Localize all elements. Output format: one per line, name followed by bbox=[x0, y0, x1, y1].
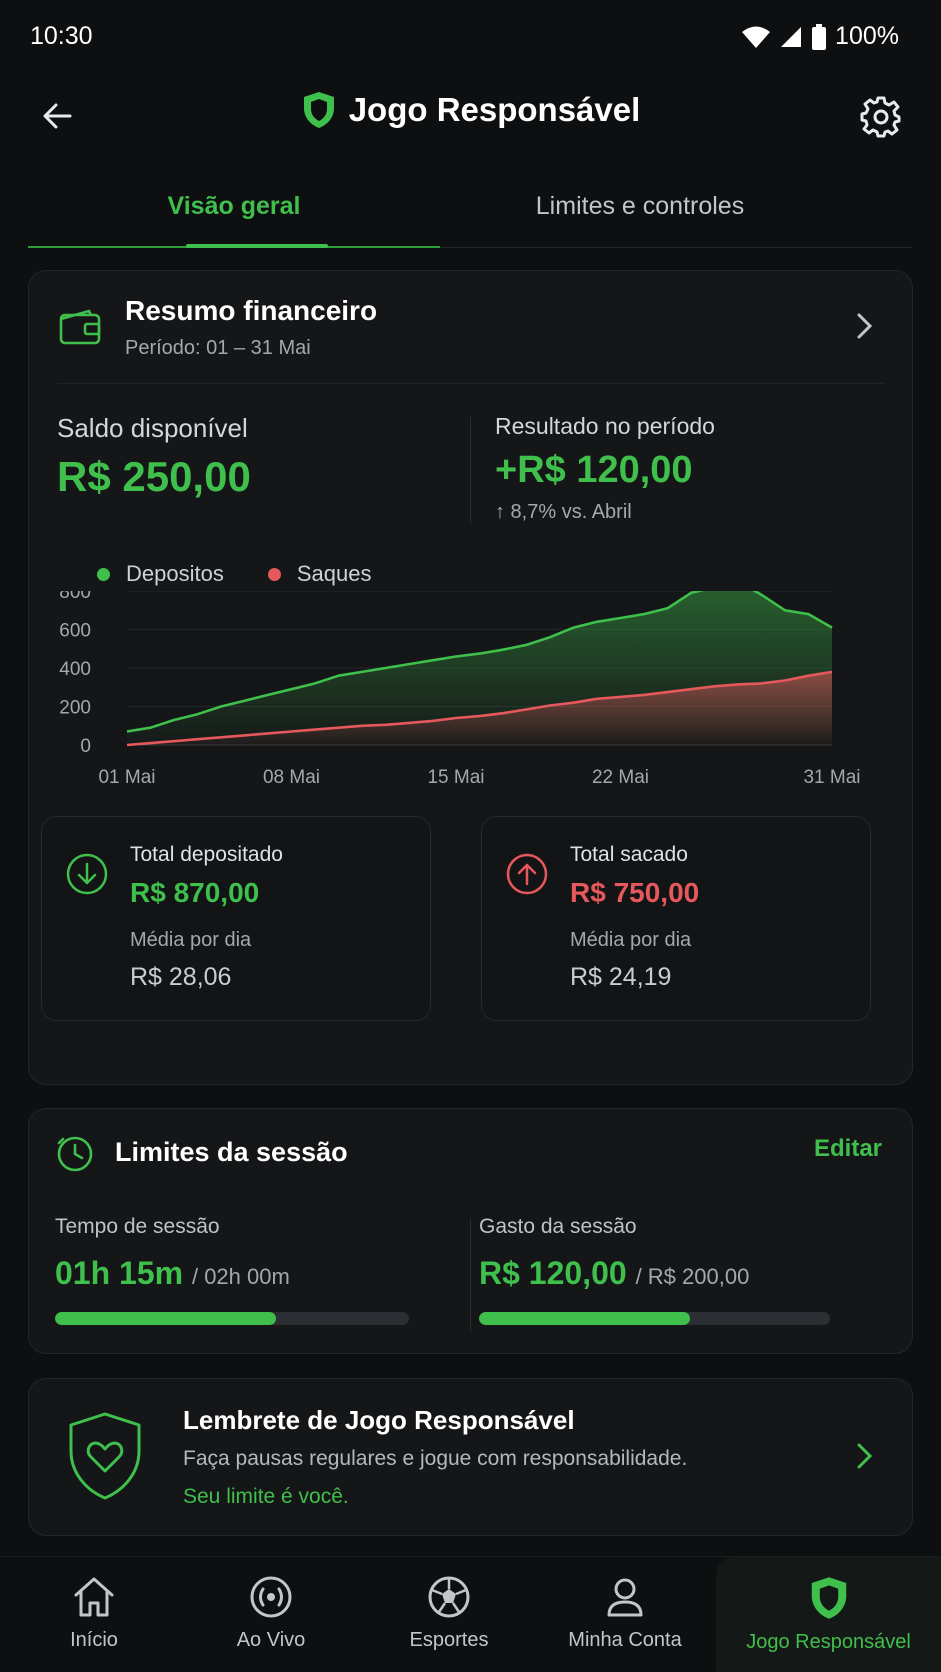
tab-bar: Visão geral Limites e controles bbox=[28, 176, 912, 248]
session-spend-value: R$ 120,00 bbox=[479, 1255, 627, 1291]
gear-icon[interactable] bbox=[859, 94, 903, 138]
nav-my-account[interactable]: Minha Conta bbox=[530, 1557, 720, 1672]
chart-y-tick-label: 800 bbox=[59, 591, 91, 603]
tab-overview[interactable]: Visão geral bbox=[28, 176, 440, 248]
total-deposited-value: R$ 870,00 bbox=[130, 877, 260, 908]
divider bbox=[57, 383, 884, 384]
chevron-right-icon[interactable] bbox=[854, 311, 874, 341]
user-icon bbox=[607, 1578, 643, 1617]
reminder-text: Faça pausas regulares e jogue com respon… bbox=[183, 1447, 688, 1470]
financial-summary-card[interactable]: Resumo financeiro Período: 01 – 31 Mai S… bbox=[28, 270, 913, 1085]
nav-live-label: Ao Vivo bbox=[236, 1629, 306, 1651]
soccer-ball-icon bbox=[428, 1576, 470, 1618]
tab-limits-controls[interactable]: Limites e controles bbox=[440, 176, 840, 248]
tab-active-indicator bbox=[186, 244, 328, 248]
withdrawn-avg-value: R$ 24,19 bbox=[570, 963, 672, 991]
deposited-avg-label: Média por dia bbox=[130, 929, 252, 951]
wallet-icon bbox=[59, 309, 101, 345]
live-icon bbox=[250, 1576, 292, 1618]
chart-y-tick-label: 200 bbox=[59, 698, 91, 719]
chart-x-tick-label: 01 Mai bbox=[98, 767, 155, 788]
legend-dot-withdrawals bbox=[267, 567, 281, 581]
session-time-label: Tempo de sessão bbox=[55, 1215, 220, 1238]
session-spend-progress bbox=[479, 1312, 830, 1325]
session-limits-card: Limites da sessão Editar Tempo de sessão… bbox=[28, 1108, 913, 1354]
battery-level: 100% bbox=[835, 22, 899, 50]
chart-x-tick-label: 31 Mai bbox=[803, 767, 860, 788]
bottom-navigation: Início Ao Vivo Esportes Minha Conta Jogo… bbox=[0, 1556, 941, 1672]
nav-sports[interactable]: Esportes bbox=[354, 1557, 544, 1672]
shield-icon bbox=[303, 92, 334, 128]
legend-label-deposits: Depositos bbox=[126, 561, 224, 586]
total-deposited-label: Total depositado bbox=[130, 843, 283, 866]
session-spend-label: Gasto da sessão bbox=[479, 1215, 637, 1238]
chart-y-tick-label: 600 bbox=[59, 621, 91, 642]
chart-x-tick-label: 22 Mai bbox=[592, 767, 649, 788]
chart-y-tick-label: 400 bbox=[59, 659, 91, 680]
session-spend-limit: / R$ 200,00 bbox=[635, 1264, 750, 1289]
chart-legend: Depositos Saques bbox=[97, 561, 371, 587]
financial-period: Período: 01 – 31 Mai bbox=[125, 337, 311, 359]
session-time-value-group: 01h 15m / 02h 00m bbox=[55, 1255, 290, 1292]
nav-responsible-gaming-label: Jogo Responsável bbox=[746, 1631, 911, 1653]
arrow-up-circle-icon bbox=[506, 853, 548, 895]
nav-home-label: Início bbox=[70, 1629, 118, 1651]
edit-limits-button[interactable]: Editar bbox=[814, 1135, 882, 1163]
total-withdrawn-label: Total sacado bbox=[570, 843, 688, 866]
legend-dot-deposits bbox=[97, 567, 110, 581]
reminder-title: Lembrete de Jogo Responsável bbox=[183, 1405, 575, 1435]
status-icons: 100% bbox=[741, 22, 899, 51]
reminder-link[interactable]: Seu limite é você. bbox=[183, 1485, 349, 1509]
page-title: Jogo Responsável bbox=[348, 91, 641, 128]
period-result-delta: ↑ 8,7% vs. Abril bbox=[495, 501, 632, 523]
chart-x-tick-label: 15 Mai bbox=[427, 767, 484, 788]
shield-heart-icon bbox=[69, 1412, 141, 1500]
home-icon bbox=[74, 1577, 114, 1617]
session-time-progress bbox=[55, 1312, 409, 1325]
nav-my-account-label: Minha Conta bbox=[568, 1629, 682, 1651]
chart-y-tick-label: 0 bbox=[80, 736, 91, 757]
session-time-limit: / 02h 00m bbox=[191, 1264, 290, 1289]
balance-value: R$ 250,00 bbox=[57, 453, 251, 500]
session-limits-title: Limites da sessão bbox=[115, 1137, 348, 1167]
status-bar: 10:30 100% bbox=[0, 0, 941, 76]
battery-icon bbox=[812, 23, 827, 50]
total-deposited-card: Total depositado R$ 870,00 Média por dia… bbox=[41, 816, 431, 1021]
deposits-withdrawals-chart: 0 200 400 600 800 01 Mai 08 Mai 15 Mai 22 Mai 31 … bbox=[59, 591, 861, 788]
balance-label: Saldo disponível bbox=[57, 413, 248, 443]
header-title-group: Jogo Responsável bbox=[0, 90, 941, 130]
total-withdrawn-value: R$ 750,00 bbox=[570, 877, 700, 908]
divider bbox=[470, 417, 471, 523]
app-header: Jogo Responsável bbox=[0, 80, 941, 156]
legend-deposits: Depositos bbox=[97, 561, 224, 587]
legend-label-withdrawals: Saques bbox=[296, 561, 372, 586]
session-spend-progress-fill bbox=[479, 1312, 690, 1325]
session-spend-value-group: R$ 120,00 / R$ 200,00 bbox=[479, 1255, 749, 1292]
nav-responsible-gaming[interactable]: Jogo Responsável bbox=[716, 1557, 941, 1672]
status-time: 10:30 bbox=[30, 22, 93, 50]
clock-icon bbox=[57, 1136, 93, 1172]
chevron-right-icon[interactable] bbox=[854, 1441, 874, 1471]
chart-x-tick-label: 08 Mai bbox=[263, 767, 320, 788]
session-time-value: 01h 15m bbox=[55, 1255, 184, 1291]
signal-icon bbox=[781, 26, 802, 47]
responsible-gaming-reminder-card[interactable]: Lembrete de Jogo Responsável Faça pausas… bbox=[28, 1378, 913, 1536]
session-time-progress-fill bbox=[55, 1312, 277, 1325]
withdrawn-avg-label: Média por dia bbox=[570, 929, 692, 951]
legend-withdrawals: Saques bbox=[267, 561, 372, 587]
deposited-avg-value: R$ 28,06 bbox=[130, 963, 232, 991]
period-result-label: Resultado no período bbox=[495, 413, 715, 439]
divider bbox=[470, 1219, 471, 1331]
nav-home[interactable]: Início bbox=[0, 1557, 188, 1672]
period-result-value: +R$ 120,00 bbox=[495, 449, 693, 491]
nav-sports-label: Esportes bbox=[409, 1629, 489, 1651]
shield-icon bbox=[811, 1577, 846, 1619]
wifi-icon bbox=[742, 26, 771, 48]
financial-summary-title: Resumo financeiro bbox=[125, 295, 378, 326]
arrow-down-circle-icon bbox=[66, 853, 108, 895]
total-withdrawn-card: Total sacado R$ 750,00 Média por dia R$ … bbox=[481, 816, 871, 1021]
nav-live[interactable]: Ao Vivo bbox=[176, 1557, 366, 1672]
